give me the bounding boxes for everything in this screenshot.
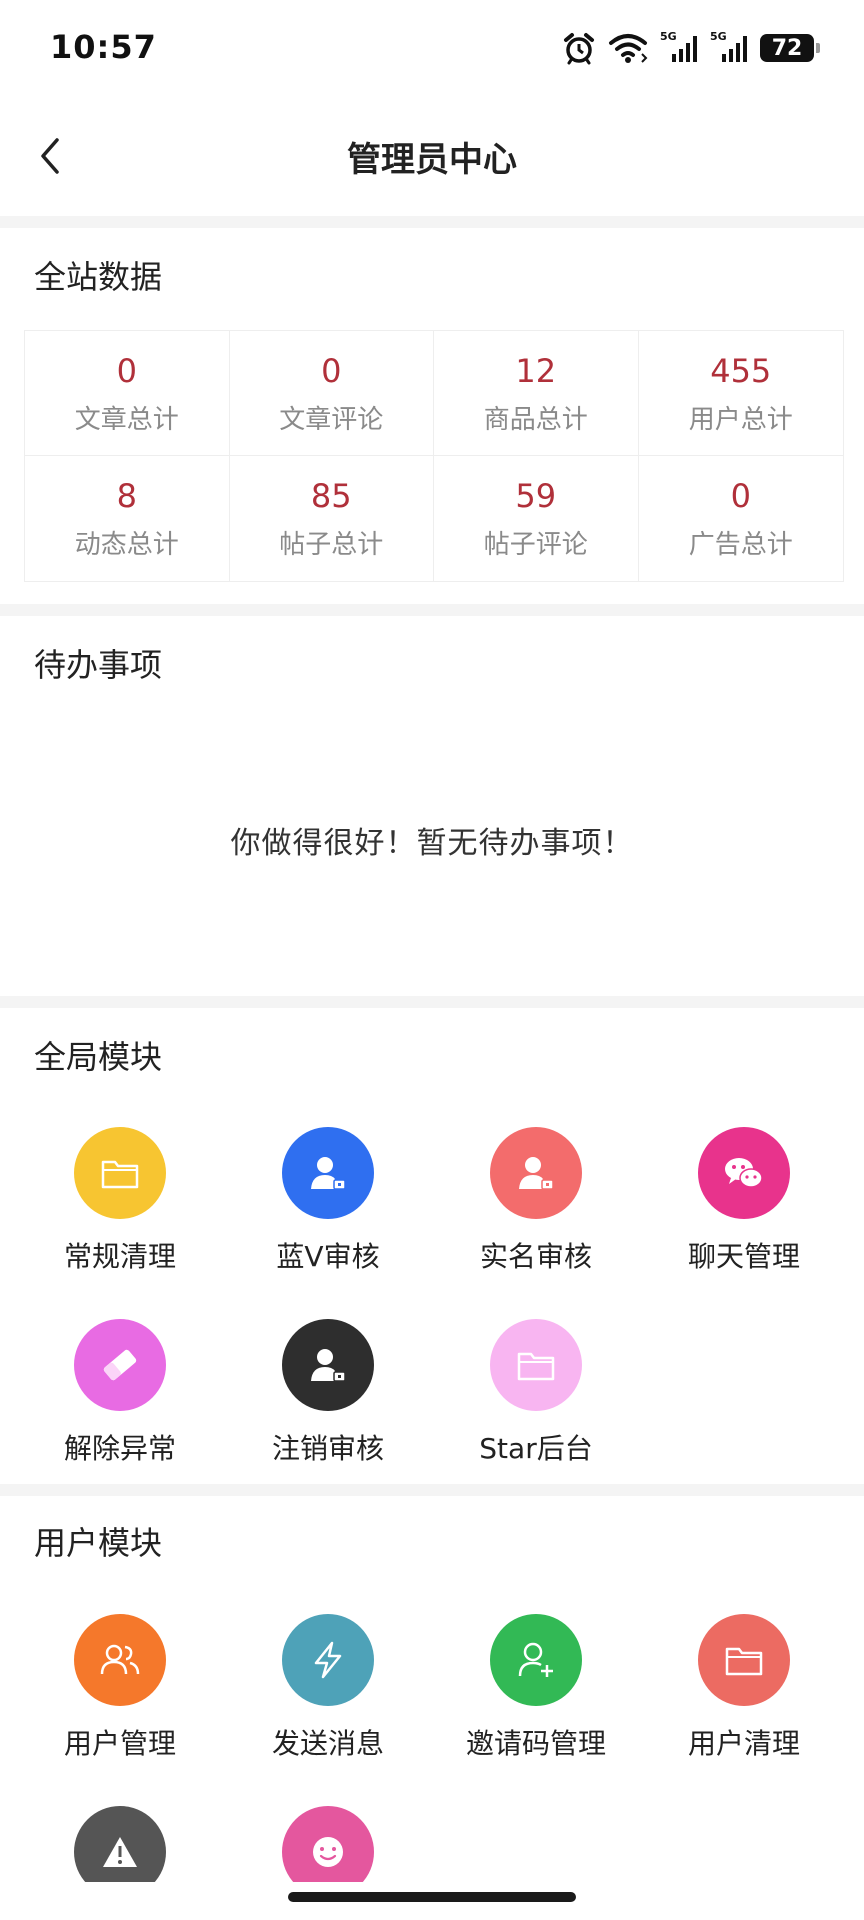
lightning-icon [282,1614,374,1706]
global-modules-title: 全局模块 [34,1038,163,1076]
module-label: 用户管理 [63,1727,176,1760]
users-icon [74,1614,166,1706]
module-blue-v-review[interactable]: 蓝V审核 [220,1127,436,1287]
site-data-title: 全站数据 [34,258,163,296]
eraser-icon [74,1319,166,1411]
alarm-icon [564,33,594,65]
module-send-message[interactable]: 发送消息 [220,1614,436,1774]
stat-products[interactable]: 12 商品总计 [434,331,639,456]
stat-value: 0 [116,351,137,390]
user-add-icon [490,1614,582,1706]
module-account-deletion-review[interactable]: 注销审核 [220,1319,436,1479]
stat-label: 帖子评论 [483,530,588,560]
todo-empty-text: 你做得很好！暂无待办事项！ [230,826,634,861]
module-label: 聊天管理 [687,1240,800,1273]
module-invite-code-management[interactable]: 邀请码管理 [428,1614,644,1774]
stat-label: 广告总计 [688,530,793,560]
stat-articles[interactable]: 0 文章总计 [25,331,230,456]
stat-moments[interactable]: 8 动态总计 [25,456,230,581]
admin-center-page: 10:57 5G 5G 72 管理员中心 全站数据 0 文章总计 0 文章评论 … [0,0,864,1920]
module-user-management[interactable]: 用户管理 [12,1614,228,1774]
user-lock-icon [282,1127,374,1219]
stat-value: 85 [310,477,352,515]
stat-label: 文章评论 [279,404,384,435]
stat-article-comments[interactable]: 0 文章评论 [229,331,434,456]
stat-label: 用户总计 [688,404,793,435]
stat-posts[interactable]: 85 帖子总计 [230,456,434,581]
user-modules-title: 用户模块 [34,1524,163,1562]
stat-value: 8 [116,477,137,515]
folder-icon [490,1319,582,1411]
stat-value: 59 [515,477,557,515]
folder-icon [698,1614,790,1706]
module-label: 邀请码管理 [465,1727,606,1760]
module-label: 蓝V审核 [276,1240,380,1273]
module-star-backend[interactable]: Star后台 [428,1319,644,1479]
wechat-icon [698,1127,790,1219]
nav-bar: 管理员中心 [0,100,864,212]
stat-users[interactable]: 455 用户总计 [638,331,843,456]
stat-value: 0 [730,477,751,515]
page-title: 管理员中心 [347,140,517,180]
module-label: Star后台 [479,1432,593,1465]
signal-5g-icon: 5G [660,30,698,64]
wifi-icon [609,34,648,63]
section-divider [0,604,864,616]
stat-label: 文章总计 [74,404,179,435]
module-label: 解除异常 [63,1432,176,1465]
signal-5g-icon-2: 5G [710,30,748,64]
status-icons: 5G 5G 72 [562,28,820,68]
module-clear-exception[interactable]: 解除异常 [12,1319,228,1479]
module-label: 常规清理 [63,1240,176,1273]
module-label: 用户清理 [687,1727,800,1760]
stat-value: 0 [321,351,342,390]
section-divider [0,216,864,228]
module-chat-management[interactable]: 聊天管理 [636,1127,852,1287]
module-label: 注销审核 [271,1432,384,1465]
stat-value: 455 [710,351,772,390]
stat-label: 商品总计 [483,404,588,435]
todo-title: 待办事项 [34,646,163,684]
module-label: 实名审核 [479,1240,592,1273]
module-label: 发送消息 [271,1727,384,1760]
home-indicator[interactable] [288,1892,576,1902]
battery-indicator: 72 [760,34,820,62]
section-divider [0,996,864,1008]
user-lock-icon [490,1127,582,1219]
stat-label: 帖子总计 [279,530,384,560]
stat-value: 12 [515,351,557,390]
module-user-cleanup[interactable]: 用户清理 [636,1614,852,1774]
stats-grid: 0 文章总计 0 文章评论 12 商品总计 455 用户总计 8 动态总计 85… [24,330,844,582]
stat-post-comments[interactable]: 59 帖子评论 [434,456,639,581]
stat-ads[interactable]: 0 广告总计 [639,456,844,581]
section-divider [0,1484,864,1496]
status-bar: 10:57 5G 5G 72 [0,0,864,96]
folder-icon [74,1127,166,1219]
user-lock-icon [282,1319,374,1411]
stat-label: 动态总计 [74,530,179,560]
module-general-cleanup[interactable]: 常规清理 [12,1127,228,1287]
module-realname-review[interactable]: 实名审核 [428,1127,644,1287]
status-time: 10:57 [50,28,157,66]
